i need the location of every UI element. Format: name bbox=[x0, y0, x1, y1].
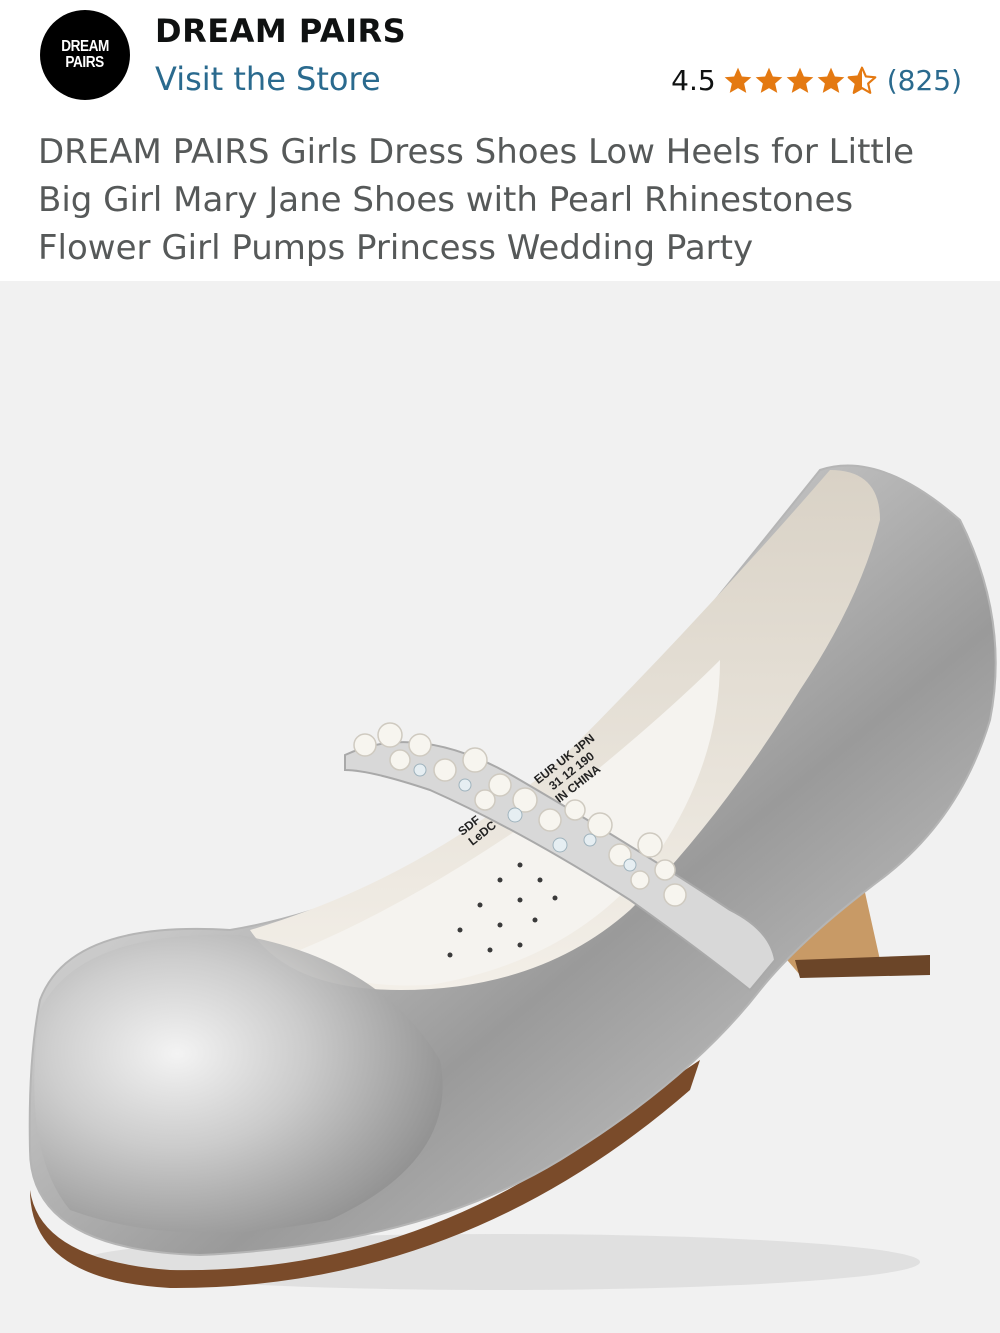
star-full-icon bbox=[786, 67, 814, 93]
rating-count[interactable]: (825) bbox=[887, 64, 962, 97]
rating-summary[interactable]: 4.5 (825) bbox=[671, 64, 962, 97]
star-full-icon bbox=[817, 67, 845, 93]
shoe-illustration: EUR UK JPN 31 12 190 IN CHINA SDF LeDC bbox=[28, 464, 997, 1290]
logo-text-line2: PAIRS bbox=[65, 54, 105, 71]
star-half-icon bbox=[847, 66, 877, 94]
star-full-icon bbox=[755, 67, 783, 93]
rating-value: 4.5 bbox=[671, 64, 716, 97]
product-title: DREAM PAIRS Girls Dress Shoes Low Heels … bbox=[38, 132, 915, 268]
star-full-icon bbox=[724, 67, 752, 93]
logo-text-line1: DREAM bbox=[61, 38, 109, 55]
visit-store-link[interactable]: Visit the Store bbox=[155, 60, 381, 98]
product-header: DREAM PAIRS DREAM PAIRS Visit the Store … bbox=[0, 0, 1000, 110]
star-rating bbox=[722, 65, 877, 97]
brand-name: DREAM PAIRS bbox=[155, 12, 407, 50]
brand-logo[interactable]: DREAM PAIRS bbox=[40, 10, 130, 100]
product-image[interactable]: EUR UK JPN 31 12 190 IN CHINA SDF LeDC bbox=[0, 281, 1000, 1333]
